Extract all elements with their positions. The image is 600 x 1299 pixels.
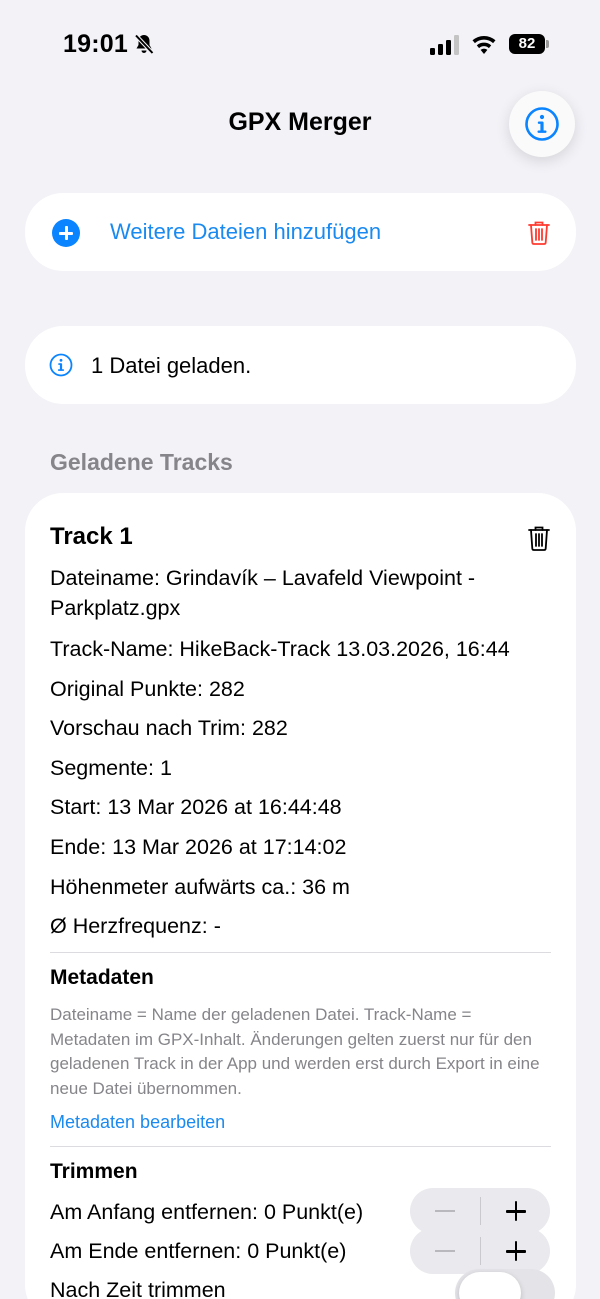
increment-button[interactable]: [481, 1228, 550, 1274]
filename-line-1: Dateiname: Grindavík – Lavafeld Viewpoin…: [50, 566, 476, 590]
status-info-card: 1 Datei geladen.: [25, 326, 576, 404]
battery-level: 82: [509, 34, 545, 54]
wifi-icon: [472, 35, 496, 54]
divider: [50, 952, 551, 953]
trash-icon[interactable]: [528, 220, 550, 245]
minus-icon: [435, 1210, 455, 1212]
start-time: Start: 13 Mar 2026 at 16:44:48: [50, 795, 342, 819]
segments: Segmente: 1: [50, 756, 172, 780]
add-files-card: Weitere Dateien hinzufügen: [25, 193, 576, 271]
toggle-knob: [459, 1272, 521, 1299]
track-card: Track 1 Dateiname: Grindavík – Lavafeld …: [25, 493, 576, 1299]
status-time: 19:01: [63, 30, 128, 58]
trim-start-label: Am Anfang entfernen: 0 Punkt(e): [50, 1200, 364, 1224]
elevation-gain: Höhenmeter aufwärts ca.: 36 m: [50, 875, 350, 899]
section-header: Geladene Tracks: [50, 449, 233, 475]
info-circle-icon: [49, 353, 73, 377]
track-title: Track 1: [50, 523, 133, 550]
bell-slash-icon: [134, 34, 154, 55]
trim-by-time-label: Nach Zeit trimmen: [50, 1278, 226, 1299]
status-info-text: 1 Datei geladen.: [91, 353, 252, 378]
minus-icon: [435, 1250, 455, 1252]
track-name: Track-Name: HikeBack-Track 13.03.2026, 1…: [50, 637, 510, 661]
battery-cap: [546, 40, 549, 48]
trim-end-label: Am Ende entfernen: 0 Punkt(e): [50, 1239, 347, 1263]
heart-rate: Ø Herzfrequenz: -: [50, 914, 221, 938]
cellular-signal-icon: [430, 35, 459, 55]
metadata-title: Metadaten: [50, 966, 154, 989]
metadata-description: Dateiname = Name der geladenen Datei. Tr…: [50, 1005, 540, 1098]
status-bar: 19:01 82: [0, 0, 600, 90]
trim-by-time-toggle[interactable]: [455, 1269, 555, 1299]
trim-end-stepper[interactable]: [410, 1228, 550, 1274]
decrement-button[interactable]: [410, 1228, 480, 1274]
divider: [50, 1146, 551, 1147]
original-points: Original Punkte: 282: [50, 677, 245, 701]
preview-after-trim: Vorschau nach Trim: 282: [50, 716, 288, 740]
add-files-button[interactable]: Weitere Dateien hinzufügen: [110, 219, 381, 245]
plus-circle-icon[interactable]: [52, 219, 80, 247]
filename-line-2: Parkplatz.gpx: [50, 596, 181, 620]
edit-metadata-link[interactable]: Metadaten bearbeiten: [50, 1112, 225, 1133]
battery-indicator: 82: [509, 34, 549, 54]
end-time: Ende: 13 Mar 2026 at 17:14:02: [50, 835, 347, 859]
info-button[interactable]: [509, 91, 575, 157]
info-icon: [525, 107, 559, 141]
trim-title: Trimmen: [50, 1160, 138, 1183]
trash-icon[interactable]: [528, 525, 550, 551]
